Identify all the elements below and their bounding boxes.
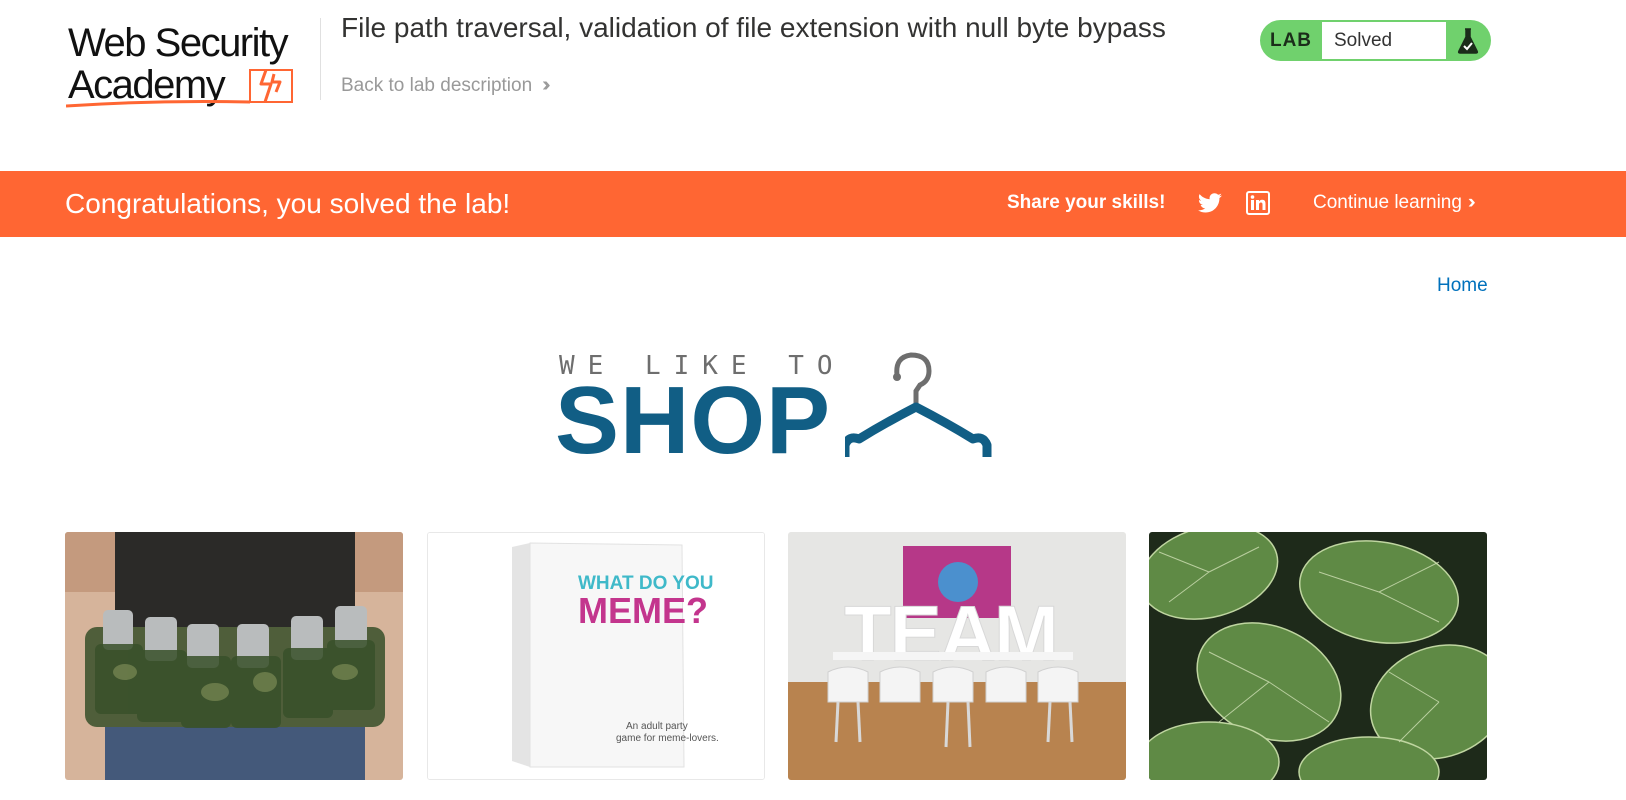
home-link[interactable]: Home xyxy=(1437,275,1488,297)
twitter-icon[interactable] xyxy=(1197,190,1223,216)
hanger-icon xyxy=(845,352,992,457)
card-game-box-photo: WHAT DO YOU MEME? An adult party game fo… xyxy=(428,533,764,779)
box-text-2: MEME? xyxy=(578,590,708,631)
continue-learning-label: Continue learning xyxy=(1313,192,1462,213)
product-grid: WHAT DO YOU MEME? An adult party game fo… xyxy=(65,532,1491,782)
chevron-right-icon: ›› xyxy=(1467,192,1475,213)
product-card-leaves[interactable] xyxy=(1149,532,1487,780)
header-divider xyxy=(320,18,321,100)
product-card-beer-belt[interactable] xyxy=(65,532,403,780)
beer-belt-photo xyxy=(65,532,403,780)
continue-learning-link[interactable]: Continue learning ›› xyxy=(1313,192,1475,214)
product-card-meme-game[interactable]: WHAT DO YOU MEME? An adult party game fo… xyxy=(427,532,765,780)
team-word: TEAM xyxy=(844,589,1057,677)
lab-status-widget: LAB Solved xyxy=(1260,20,1491,61)
back-link-label: Back to lab description xyxy=(341,74,533,96)
shop-word: SHOP xyxy=(555,367,832,474)
header: Web Security Academy File path traversal… xyxy=(0,0,1626,171)
lab-status-text: Solved xyxy=(1322,22,1446,59)
product-card-team[interactable]: TEAM xyxy=(788,532,1126,780)
logo-line1: Web Security xyxy=(68,21,289,65)
solved-banner: Congratulations, you solved the lab! Sha… xyxy=(0,171,1626,237)
we-like-to-shop-logo: WE LIKE TO SHOP xyxy=(555,345,1005,469)
lightning-icon xyxy=(249,69,293,103)
box-caption-2: game for meme-lovers. xyxy=(616,733,719,744)
green-leaves-photo xyxy=(1149,532,1487,780)
web-security-academy-logo[interactable]: Web Security Academy xyxy=(66,18,316,110)
flask-icon xyxy=(1446,22,1490,59)
congratulations-message: Congratulations, you solved the lab! xyxy=(65,188,511,219)
chevron-right-icon: ›› xyxy=(542,74,551,96)
lab-title: File path traversal, validation of file … xyxy=(341,12,1166,43)
back-to-lab-description-link[interactable]: Back to lab description ›› xyxy=(341,74,551,97)
team-room-photo: TEAM xyxy=(788,532,1126,780)
box-caption-1: An adult party xyxy=(626,721,688,732)
share-your-skills-label: Share your skills! xyxy=(1007,192,1166,213)
linkedin-icon[interactable] xyxy=(1246,191,1270,215)
lab-badge: LAB xyxy=(1269,29,1313,51)
